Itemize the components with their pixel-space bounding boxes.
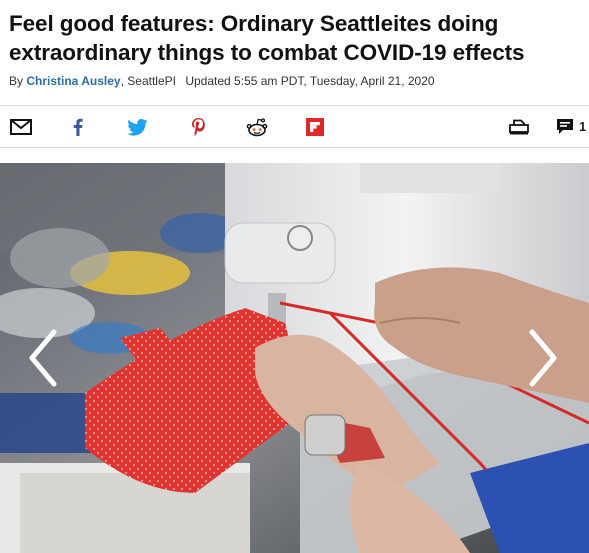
email-icon[interactable] <box>9 117 33 137</box>
comment-count[interactable]: 1 <box>579 119 586 134</box>
article-headline: Feel good features: Ordinary Seattleites… <box>9 11 525 65</box>
gallery-photo <box>0 163 589 553</box>
pinterest-icon[interactable] <box>190 117 206 137</box>
byline: By Christina Ausley, SeattlePI Updated 5… <box>9 74 584 88</box>
print-icon[interactable] <box>508 117 530 137</box>
updated-timestamp: Updated 5:55 am PDT, Tuesday, April 21, … <box>185 74 435 88</box>
twitter-icon[interactable] <box>126 117 148 137</box>
publication-name: , SeattlePI <box>120 74 176 88</box>
facebook-icon[interactable] <box>70 117 86 137</box>
flipboard-icon[interactable] <box>306 117 324 137</box>
comment-icon[interactable] <box>555 117 575 137</box>
reddit-icon[interactable] <box>246 117 268 137</box>
share-bar: 1 <box>0 105 589 148</box>
chevron-right-icon[interactable] <box>522 328 562 388</box>
photo-gallery <box>0 163 589 553</box>
chevron-left-icon[interactable] <box>24 328 64 388</box>
byline-prefix: By <box>9 74 27 88</box>
author-link[interactable]: Christina Ausley <box>26 74 120 88</box>
